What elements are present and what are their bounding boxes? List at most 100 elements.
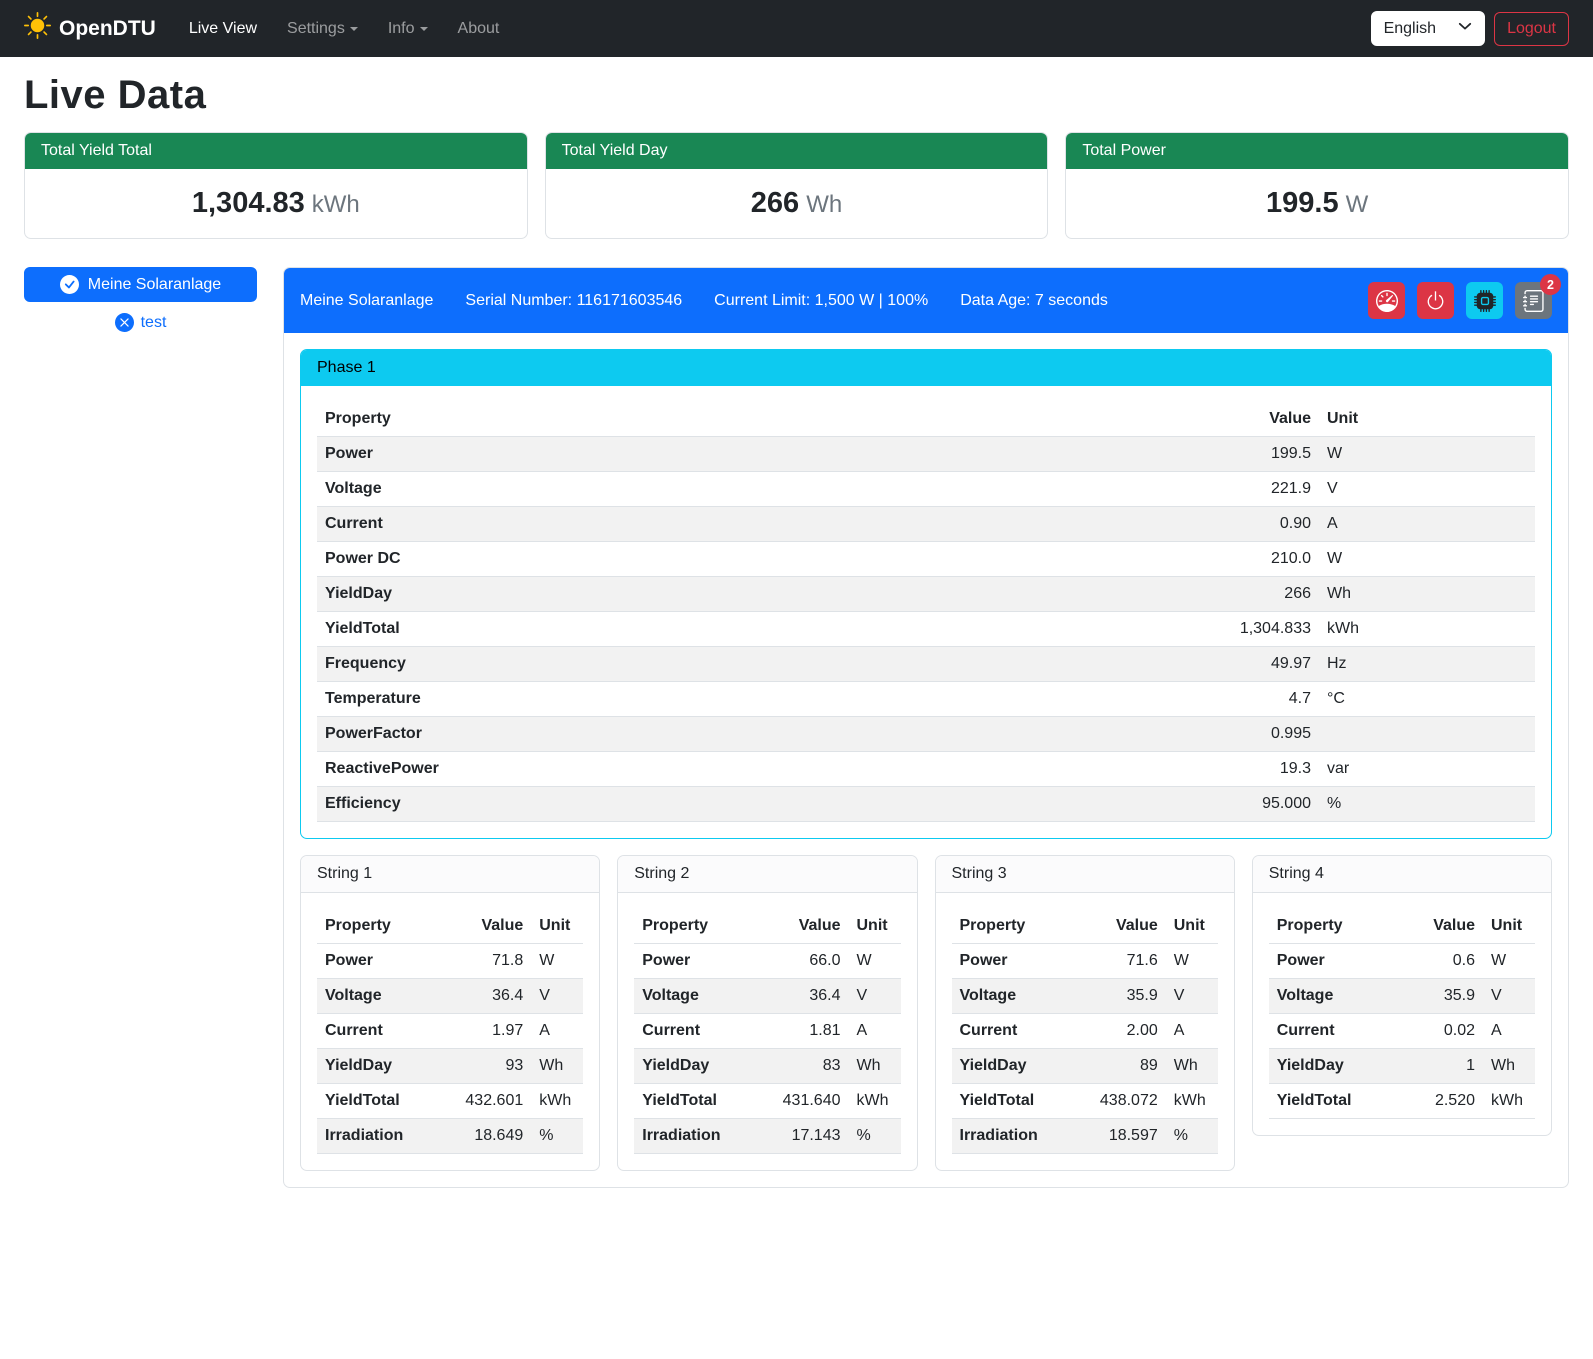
top-navbar: OpenDTU Live View Settings Info About En… xyxy=(0,0,1593,57)
string-4-table: Property Value Unit Power0.6WVoltage35.9… xyxy=(1269,909,1535,1119)
string-2-card: String 2 Property Value Unit xyxy=(617,855,917,1171)
unit-cell: kWh xyxy=(849,1084,901,1119)
unit-cell: % xyxy=(849,1119,901,1154)
phase-panel: Phase 1 Property Value Unit Power199.5WV… xyxy=(300,349,1552,839)
column-property: Property xyxy=(317,909,443,944)
unit-cell: Hz xyxy=(1319,647,1535,682)
unit-cell: kWh xyxy=(1166,1084,1218,1119)
unit-cell: °C xyxy=(1319,682,1535,717)
column-unit: Unit xyxy=(1483,909,1535,944)
x-circle-icon xyxy=(115,313,134,332)
card-title: Total Yield Day xyxy=(546,133,1048,169)
value-cell: 83 xyxy=(761,1049,849,1084)
string-title: String 1 xyxy=(301,856,599,893)
unit-cell: W xyxy=(1166,944,1218,979)
nav-item-live-view[interactable]: Live View xyxy=(174,12,272,46)
inverter-other-button[interactable]: test xyxy=(109,311,173,334)
check-circle-icon xyxy=(60,275,79,294)
unit-cell: W xyxy=(1319,542,1535,577)
property-cell: YieldDay xyxy=(1269,1049,1395,1084)
property-cell: YieldTotal xyxy=(317,1084,443,1119)
column-property: Property xyxy=(952,909,1078,944)
card-unit: kWh xyxy=(312,191,360,218)
property-cell: YieldTotal xyxy=(952,1084,1078,1119)
property-cell: Temperature xyxy=(317,682,1199,717)
value-cell: 0.6 xyxy=(1395,944,1483,979)
value-cell: 0.995 xyxy=(1199,717,1319,752)
unit-cell: % xyxy=(1319,787,1535,822)
event-count-badge: 2 xyxy=(1540,274,1561,295)
table-row: Voltage221.9V xyxy=(317,472,1535,507)
nav-item-settings[interactable]: Settings xyxy=(272,12,373,46)
total-yield-day-card: Total Yield Day 266Wh xyxy=(545,132,1049,239)
column-property: Property xyxy=(634,909,760,944)
value-cell: 49.97 xyxy=(1199,647,1319,682)
unit-cell: W xyxy=(849,944,901,979)
unit-cell: A xyxy=(1483,1014,1535,1049)
property-cell: Power DC xyxy=(317,542,1199,577)
language-select[interactable]: English xyxy=(1371,11,1485,46)
value-cell: 18.649 xyxy=(443,1119,531,1154)
value-cell: 1 xyxy=(1395,1049,1483,1084)
nav-item-about[interactable]: About xyxy=(443,12,515,46)
column-value: Value xyxy=(443,909,531,944)
inverter-limit: Current Limit: 1,500 W | 100% xyxy=(714,292,928,310)
unit-cell: V xyxy=(849,979,901,1014)
inverter-card-body: Phase 1 Property Value Unit Power199.5WV… xyxy=(284,333,1568,1187)
nav-item-info[interactable]: Info xyxy=(373,12,443,46)
inverter-other-label: test xyxy=(141,314,167,332)
chevron-down-icon xyxy=(350,27,358,31)
value-cell: 438.072 xyxy=(1078,1084,1166,1119)
page-title: Live Data xyxy=(24,73,1569,118)
string-4-card: String 4 Property Value Unit xyxy=(1252,855,1552,1136)
value-cell: 210.0 xyxy=(1199,542,1319,577)
table-row: Power66.0W xyxy=(634,944,900,979)
unit-cell: A xyxy=(531,1014,583,1049)
table-row: Efficiency95.000% xyxy=(317,787,1535,822)
unit-cell xyxy=(1319,717,1535,752)
property-cell: YieldDay xyxy=(317,1049,443,1084)
table-row: Power71.6W xyxy=(952,944,1218,979)
property-cell: YieldTotal xyxy=(634,1084,760,1119)
value-cell: 0.02 xyxy=(1395,1014,1483,1049)
speedometer-icon xyxy=(1376,290,1398,312)
value-cell: 2.520 xyxy=(1395,1084,1483,1119)
inverter-other: test xyxy=(24,311,257,337)
event-log-button[interactable]: 2 xyxy=(1515,282,1552,319)
string-2-table: Property Value Unit Power66.0WVoltage36.… xyxy=(634,909,900,1154)
value-cell: 4.7 xyxy=(1199,682,1319,717)
card-body: 266Wh xyxy=(546,169,1048,238)
property-cell: Current xyxy=(634,1014,760,1049)
string-1-card: String 1 Property Value Unit xyxy=(300,855,600,1171)
limit-settings-button[interactable] xyxy=(1368,282,1405,319)
value-cell: 221.9 xyxy=(1199,472,1319,507)
column-property: Property xyxy=(1269,909,1395,944)
table-row: Irradiation18.649% xyxy=(317,1119,583,1154)
device-info-button[interactable] xyxy=(1466,282,1503,319)
string-title: String 4 xyxy=(1253,856,1551,893)
string-3-card: String 3 Property Value Unit xyxy=(935,855,1235,1171)
table-row: Current2.00A xyxy=(952,1014,1218,1049)
table-row: Temperature4.7°C xyxy=(317,682,1535,717)
column-value: Value xyxy=(1078,909,1166,944)
string-title: String 2 xyxy=(618,856,916,893)
value-cell: 199.5 xyxy=(1199,437,1319,472)
value-cell: 17.143 xyxy=(761,1119,849,1154)
logout-button[interactable]: Logout xyxy=(1494,12,1569,46)
column-value: Value xyxy=(1395,909,1483,944)
unit-cell: Wh xyxy=(1319,577,1535,612)
value-cell: 2.00 xyxy=(1078,1014,1166,1049)
unit-cell: Wh xyxy=(531,1049,583,1084)
inverter-name: Meine Solaranlage xyxy=(300,292,433,310)
power-button[interactable] xyxy=(1417,282,1454,319)
inverter-selected-button[interactable]: Meine Solaranlage xyxy=(24,267,257,302)
value-cell: 18.597 xyxy=(1078,1119,1166,1154)
brand[interactable]: OpenDTU xyxy=(24,12,156,45)
unit-cell: Wh xyxy=(1166,1049,1218,1084)
property-cell: YieldDay xyxy=(952,1049,1078,1084)
table-header-row: Property Value Unit xyxy=(317,909,583,944)
unit-cell: kWh xyxy=(531,1084,583,1119)
unit-cell: W xyxy=(1483,944,1535,979)
table-row: YieldDay1Wh xyxy=(1269,1049,1535,1084)
value-cell: 19.3 xyxy=(1199,752,1319,787)
